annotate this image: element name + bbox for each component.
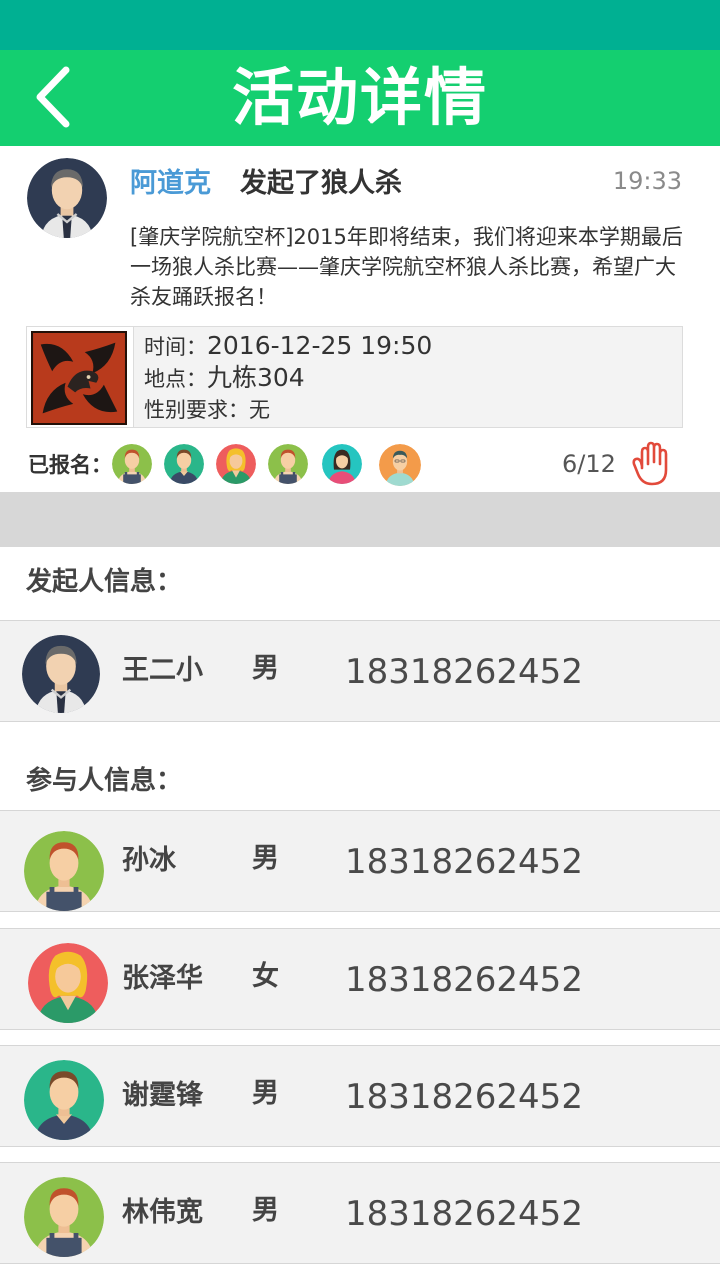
signed-avatar[interactable] bbox=[216, 444, 256, 484]
participant-row[interactable]: 林伟宽 男 18318262452 bbox=[0, 1162, 720, 1264]
organizer-section-title: 发起人信息： bbox=[26, 567, 183, 597]
participant-phone[interactable]: 18318262452 bbox=[345, 1076, 583, 1118]
raise-hand-icon bbox=[632, 441, 668, 486]
participant-avatar bbox=[28, 943, 108, 1023]
participant-gender: 男 bbox=[252, 843, 279, 874]
signed-avatar[interactable] bbox=[112, 444, 152, 484]
participant-row[interactable]: 谢霆锋 男 18318262452 bbox=[0, 1045, 720, 1147]
nav-bar: 活动详情 bbox=[0, 50, 720, 146]
post-description: [肇庆学院航空杯]2015年即将结束，我们将迎来本学期最后一场狼人杀比赛——肇庆… bbox=[130, 225, 683, 309]
participant-gender: 男 bbox=[252, 1195, 279, 1226]
game-time-value: 2016-12-25 19:50 bbox=[207, 331, 433, 360]
werewolf-game-image bbox=[31, 331, 127, 425]
game-info: 时间：2016-12-25 19:50 地点：九栋304 性别要求：无 bbox=[133, 327, 682, 427]
author-avatar[interactable] bbox=[27, 158, 107, 238]
status-bar bbox=[0, 0, 720, 50]
game-gender-row: 性别要求：无 bbox=[144, 395, 270, 425]
participant-gender: 男 bbox=[252, 1078, 279, 1109]
participants-section-title: 参与人信息： bbox=[26, 766, 183, 796]
signup-button[interactable] bbox=[630, 440, 672, 488]
signed-avatar[interactable] bbox=[322, 444, 362, 484]
game-gender-label: 性别要求： bbox=[144, 398, 249, 422]
section-divider bbox=[0, 492, 720, 547]
game-time-label: 时间： bbox=[144, 335, 207, 359]
post-time: 19:33 bbox=[612, 167, 682, 195]
organizer-name: 王二小 bbox=[122, 655, 203, 686]
signed-avatar[interactable] bbox=[164, 444, 204, 484]
participant-name: 林伟宽 bbox=[122, 1197, 203, 1228]
game-time-row: 时间：2016-12-25 19:50 bbox=[144, 331, 432, 362]
signed-avatar[interactable] bbox=[379, 444, 421, 486]
participant-avatar bbox=[24, 1177, 104, 1257]
participant-phone[interactable]: 18318262452 bbox=[345, 959, 583, 1001]
organizer-phone[interactable]: 18318262452 bbox=[345, 651, 583, 693]
organizer-row[interactable]: 王二小 男 18318262452 bbox=[0, 620, 720, 722]
game-place-row: 地点：九栋304 bbox=[144, 363, 305, 394]
game-place-value: 九栋304 bbox=[207, 363, 305, 392]
participant-avatar bbox=[24, 1060, 104, 1140]
game-card[interactable]: 时间：2016-12-25 19:50 地点：九栋304 性别要求：无 bbox=[26, 326, 683, 428]
participant-name: 孙冰 bbox=[122, 845, 176, 876]
post-action: 发起了狼人杀 bbox=[240, 168, 402, 199]
signed-avatar[interactable] bbox=[268, 444, 308, 484]
game-place-label: 地点： bbox=[144, 367, 207, 391]
participant-row[interactable]: 张泽华 女 18318262452 bbox=[0, 928, 720, 1030]
signed-label: 已报名： bbox=[28, 453, 112, 477]
author-name[interactable]: 阿道克 bbox=[130, 166, 211, 202]
participant-name: 谢霆锋 bbox=[122, 1080, 203, 1111]
organizer-avatar bbox=[22, 635, 100, 713]
participant-phone[interactable]: 18318262452 bbox=[345, 1193, 583, 1235]
participant-name: 张泽华 bbox=[122, 963, 203, 994]
participant-row[interactable]: 孙冰 男 18318262452 bbox=[0, 810, 720, 912]
game-gender-value: 无 bbox=[249, 398, 270, 422]
page-title: 活动详情 bbox=[231, 61, 488, 134]
organizer-gender: 男 bbox=[252, 653, 279, 684]
participant-phone[interactable]: 18318262452 bbox=[345, 841, 583, 883]
participant-avatar bbox=[24, 831, 104, 911]
participant-gender: 女 bbox=[252, 961, 279, 992]
signup-count: 6/12 bbox=[562, 450, 616, 478]
